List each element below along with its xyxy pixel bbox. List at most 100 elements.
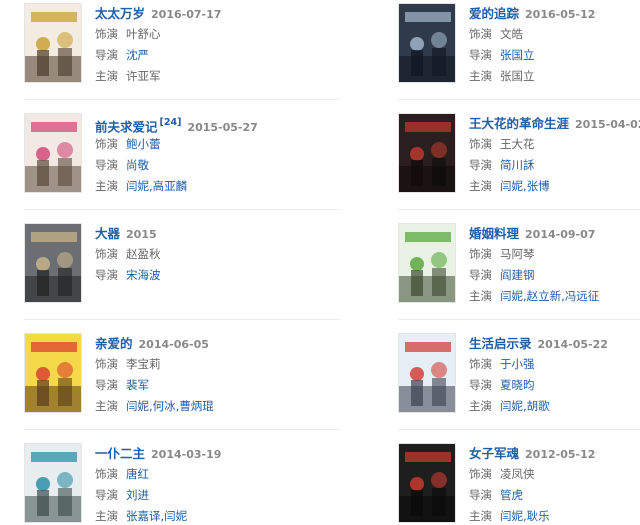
starring-row: 主演 闫妮,张博 — [469, 176, 640, 196]
drama-title-link[interactable]: 大器 — [95, 226, 120, 241]
title-line: 婚姻料理 2014-09-07 — [469, 223, 640, 243]
starring-label: 主演 — [469, 509, 492, 523]
row-divider — [24, 99, 340, 100]
drama-title-link[interactable]: 生活启示录 — [469, 336, 532, 351]
poster-image[interactable] — [24, 443, 82, 523]
star-link[interactable]: 赵立新 — [527, 289, 562, 303]
director-link[interactable]: 宋海波 — [126, 268, 161, 282]
role-name[interactable]: 于小强 — [500, 357, 535, 371]
star-link[interactable]: 高亚麟 — [153, 179, 188, 193]
star-link[interactable]: 曹炳琨 — [179, 399, 214, 413]
drama-title-link[interactable]: 爱的追踪 — [469, 6, 519, 21]
episode-count-badge[interactable]: [24] — [160, 117, 182, 128]
star-link[interactable]: 冯远征 — [565, 289, 600, 303]
drama-info: 大器 2015 饰演 赵盈秋 导演 宋海波 — [95, 223, 334, 285]
drama-title-link[interactable]: 太太万岁 — [95, 6, 145, 21]
air-date: 2015 — [126, 228, 157, 241]
star-link: 张国立 — [500, 69, 535, 83]
role-row: 饰演 李宝莉 — [95, 354, 334, 374]
starring-row: 主演 闫妮,胡歌 — [469, 396, 640, 416]
role-label: 饰演 — [469, 137, 492, 151]
star-link[interactable]: 张博 — [527, 179, 550, 193]
drama-title-link[interactable]: 女子军魂 — [469, 446, 519, 461]
role-row: 饰演 王大花 — [469, 134, 640, 154]
star-link[interactable]: 闫妮 — [164, 509, 187, 523]
poster-image[interactable] — [398, 333, 456, 413]
title-line: 大器 2015 — [95, 223, 334, 243]
director-link[interactable]: 简川訸 — [500, 158, 535, 172]
poster-image[interactable] — [24, 113, 82, 193]
role-name[interactable]: 鲍小蕾 — [126, 137, 161, 151]
star-link[interactable]: 闫妮 — [500, 509, 523, 523]
poster-image[interactable] — [24, 223, 82, 303]
director-link[interactable]: 刘进 — [126, 488, 149, 502]
director-row: 导演 宋海波 — [95, 265, 334, 285]
star-link[interactable]: 闫妮 — [500, 399, 523, 413]
drama-title-link[interactable]: 前夫求爱记 — [95, 119, 158, 134]
role-name: 王大花 — [500, 137, 535, 151]
director-row: 导演 简川訸 — [469, 155, 640, 175]
starring-row: 主演 张嘉译,闫妮 — [95, 506, 334, 525]
drama-entry: 王大花的革命生涯 2015-04-02 饰演 王大花 导演 简川訸 主演 闫妮,张博 — [398, 113, 640, 197]
drama-info: 爱的追踪 2016-05-12 饰演 文皓 导演 张国立 主演 张国立 — [469, 3, 640, 86]
drama-info: 亲爱的 2014-06-05 饰演 李宝莉 导演 裴军 主演 闫妮,何冰,曹炳琨 — [95, 333, 334, 416]
director-row: 导演 尚敬 — [95, 155, 334, 175]
director-label: 导演 — [469, 48, 492, 62]
role-row: 饰演 文皓 — [469, 24, 640, 44]
drama-title-link[interactable]: 一仆二主 — [95, 446, 145, 461]
director-label: 导演 — [469, 158, 492, 172]
role-label: 饰演 — [95, 27, 118, 41]
poster-image[interactable] — [24, 333, 82, 413]
air-date: 2016-05-12 — [525, 8, 596, 21]
drama-title-link[interactable]: 婚姻料理 — [469, 226, 519, 241]
starring-row: 主演 闫妮,何冰,曹炳琨 — [95, 396, 334, 416]
director-link[interactable]: 尚敬 — [126, 158, 149, 172]
director-link[interactable]: 阎建钢 — [500, 268, 535, 282]
role-name: 文皓 — [500, 27, 523, 41]
poster-image[interactable] — [398, 113, 456, 193]
director-link[interactable]: 沈严 — [126, 48, 149, 62]
drama-title-link[interactable]: 亲爱的 — [95, 336, 133, 351]
director-label: 导演 — [469, 268, 492, 282]
star-link[interactable]: 闫妮 — [126, 179, 149, 193]
star-link[interactable]: 耿乐 — [527, 509, 550, 523]
star-link[interactable]: 闫妮 — [500, 289, 523, 303]
drama-entry: 太太万岁 2016-07-17 饰演 叶舒心 导演 沈严 主演 许亚军 — [24, 3, 334, 87]
role-label: 饰演 — [95, 137, 118, 151]
drama-title-link[interactable]: 王大花的革命生涯 — [469, 116, 569, 131]
air-date: 2014-03-19 — [151, 448, 222, 461]
director-link[interactable]: 管虎 — [500, 488, 523, 502]
star-link[interactable]: 张嘉译 — [126, 509, 161, 523]
poster-image[interactable] — [398, 3, 456, 83]
role-name[interactable]: 唐红 — [126, 467, 149, 481]
row-divider — [398, 319, 640, 320]
role-name: 赵盈秋 — [126, 247, 161, 261]
starring-label: 主演 — [95, 399, 118, 413]
drama-entry: 爱的追踪 2016-05-12 饰演 文皓 导演 张国立 主演 张国立 — [398, 3, 640, 87]
starring-label: 主演 — [469, 289, 492, 303]
director-link[interactable]: 张国立 — [500, 48, 535, 62]
director-row: 导演 夏晓昀 — [469, 375, 640, 395]
star-link[interactable]: 闫妮 — [500, 179, 523, 193]
role-row: 饰演 鲍小蕾 — [95, 134, 334, 154]
poster-image[interactable] — [398, 443, 456, 523]
director-link[interactable]: 夏晓昀 — [500, 378, 535, 392]
air-date: 2016-07-17 — [151, 8, 222, 21]
starring-label: 主演 — [95, 179, 118, 193]
title-line: 王大花的革命生涯 2015-04-02 — [469, 113, 640, 133]
role-label: 饰演 — [95, 467, 118, 481]
drama-info: 一仆二主 2014-03-19 饰演 唐红 导演 刘进 主演 张嘉译,闫妮 — [95, 443, 334, 525]
star-link[interactable]: 胡歌 — [527, 399, 550, 413]
starring-row: 主演 张国立 — [469, 66, 640, 86]
poster-image[interactable] — [24, 3, 82, 83]
role-row: 饰演 马阿琴 — [469, 244, 640, 264]
role-row: 饰演 凌凤侠 — [469, 464, 640, 484]
role-name: 叶舒心 — [126, 27, 161, 41]
director-row: 导演 阎建钢 — [469, 265, 640, 285]
director-link[interactable]: 裴军 — [126, 378, 149, 392]
star-link[interactable]: 闫妮 — [126, 399, 149, 413]
row-divider — [398, 429, 640, 430]
role-row: 饰演 赵盈秋 — [95, 244, 334, 264]
poster-image[interactable] — [398, 223, 456, 303]
star-link[interactable]: 何冰 — [153, 399, 176, 413]
